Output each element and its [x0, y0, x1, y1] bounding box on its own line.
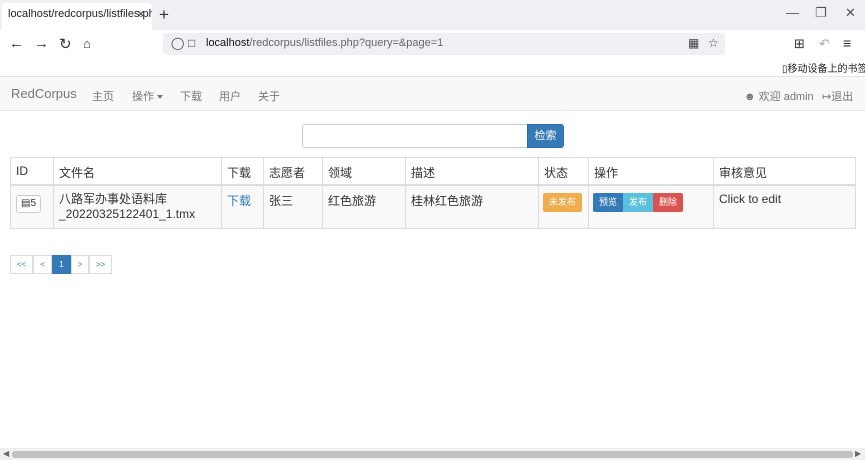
reload-icon[interactable]: ↻ — [59, 35, 72, 53]
header-filename: 文件名 — [54, 158, 222, 184]
home-icon[interactable]: ⌂ — [83, 36, 91, 51]
bookmarks-bar: ▯移动设备上的书签 — [0, 58, 865, 76]
id-value: 5 — [30, 198, 37, 209]
page-info-icon[interactable]: □ — [188, 36, 195, 50]
nav-download[interactable]: 下载 — [180, 88, 202, 104]
welcome-label: 欢迎 admin — [758, 91, 814, 103]
tab-close-icon[interactable]: × — [137, 6, 145, 21]
header-actions: 操作 — [589, 158, 714, 184]
header-description: 描述 — [406, 158, 539, 184]
url-path: /redcorpus/listfiles.php?query=&page=1 — [249, 37, 444, 49]
nav-operations-label: 操作 — [132, 91, 154, 103]
scrollbar-thumb[interactable] — [12, 451, 853, 458]
undo-icon[interactable]: ↶ — [819, 36, 830, 52]
page-current[interactable]: 1 — [52, 255, 71, 274]
bookmark-star-icon[interactable]: ☆ — [708, 36, 719, 50]
nav-about[interactable]: 关于 — [258, 88, 280, 104]
filename-line2: _20220325122401_1.tmx — [59, 207, 196, 221]
user-icon: ☻ — [744, 91, 756, 103]
browser-tab[interactable]: localhost/redcorpus/listfiles.php — [2, 3, 152, 30]
search-button[interactable]: 检索 — [527, 124, 564, 148]
search-input[interactable] — [302, 124, 528, 148]
mobile-bookmarks[interactable]: ▯移动设备上的书签 — [782, 60, 865, 75]
cell-download: 下载 — [222, 186, 264, 228]
caret-down-icon — [157, 95, 163, 100]
cell-volunteer: 张三 — [264, 186, 323, 228]
cell-description: 桂林红色旅游 — [406, 186, 539, 228]
status-badge[interactable]: 未发布 — [543, 193, 583, 212]
header-volunteer: 志愿者 — [264, 158, 323, 184]
logout-icon: ↦ — [822, 91, 832, 103]
header-status: 状态 — [539, 158, 589, 184]
mobile-bookmarks-label: 移动设备上的书签 — [787, 64, 865, 75]
screenshot-icon[interactable]: ⊞ — [794, 36, 805, 52]
browser-toolbar: ← → ↻ ⌂ ◯ □ localhost/redcorpus/listfile… — [0, 30, 865, 58]
shield-icon[interactable]: ◯ — [171, 36, 184, 50]
header-domain: 领域 — [323, 158, 406, 184]
header-download: 下载 — [222, 158, 264, 184]
welcome-user[interactable]: ☻ 欢迎 admin — [744, 88, 814, 104]
cell-id: ▤5 — [11, 186, 54, 228]
minimize-icon[interactable]: — — [786, 5, 799, 20]
logout-label: 退出 — [831, 91, 854, 103]
table-header-row: ID 文件名 下载 志愿者 领域 描述 状态 操作 审核意见 — [11, 158, 855, 186]
id-button[interactable]: ▤5 — [16, 195, 42, 213]
cell-review[interactable]: Click to edit — [714, 186, 855, 228]
nav-operations[interactable]: 操作 — [132, 88, 163, 104]
publish-button[interactable]: 发布 — [623, 193, 654, 212]
menu-icon[interactable]: ≡ — [843, 35, 851, 51]
browser-tab-bar: localhost/redcorpus/listfiles.php × + — … — [0, 0, 865, 30]
tab-title: localhost/redcorpus/listfiles.php — [8, 8, 152, 20]
back-icon[interactable]: ← — [9, 35, 24, 52]
header-review: 审核意见 — [719, 166, 768, 180]
delete-button[interactable]: 删除 — [653, 193, 684, 212]
brand-link[interactable]: RedCorpus — [11, 86, 77, 101]
restore-icon[interactable]: ❐ — [815, 5, 827, 21]
nav-home[interactable]: 主页 — [92, 88, 114, 104]
download-link[interactable]: 下载 — [227, 194, 251, 208]
files-table: ID 文件名 下载 志愿者 领域 描述 状态 操作 审核意见 ▤5 八路军办事处… — [10, 157, 856, 229]
page-prev[interactable]: < — [33, 255, 52, 274]
nav-users[interactable]: 用户 — [219, 88, 241, 104]
cell-domain: 红色旅游 — [323, 186, 406, 228]
cell-actions: 预览 发布 删除 — [589, 186, 714, 228]
qr-code-icon[interactable]: ▦ — [688, 36, 699, 50]
horizontal-scrollbar[interactable]: ◀ ▶ — [0, 448, 865, 460]
logout-link[interactable]: ↦退出 — [822, 88, 853, 104]
scroll-right-icon[interactable]: ▶ — [855, 449, 861, 458]
page-next[interactable]: > — [71, 255, 89, 274]
cell-filename: 八路军办事处语料库 _20220325122401_1.tmx — [54, 186, 222, 228]
url-host: localhost — [206, 37, 250, 49]
url-text[interactable]: localhost/redcorpus/listfiles.php?query=… — [206, 37, 443, 49]
page-first[interactable]: << — [10, 255, 33, 274]
preview-button[interactable]: 预览 — [593, 193, 624, 212]
filename-line1: 八路军办事处语料库 — [59, 192, 168, 206]
table-row: ▤5 八路军办事处语料库 _20220325122401_1.tmx 下载 张三… — [11, 186, 855, 228]
scroll-left-icon[interactable]: ◀ — [3, 449, 9, 458]
header-id: ID — [11, 158, 54, 184]
cell-status: 未发布 — [539, 186, 589, 228]
close-window-icon[interactable]: ✕ — [845, 5, 856, 21]
page-last[interactable]: >> — [89, 255, 112, 274]
forward-icon[interactable]: → — [34, 35, 49, 52]
app-navbar: RedCorpus 主页 操作 下载 用户 关于 ☻ 欢迎 admin ↦退出 — [0, 76, 865, 111]
new-tab-button[interactable]: + — [159, 5, 169, 25]
address-bar[interactable]: ◯ □ localhost/redcorpus/listfiles.php?qu… — [163, 33, 725, 55]
